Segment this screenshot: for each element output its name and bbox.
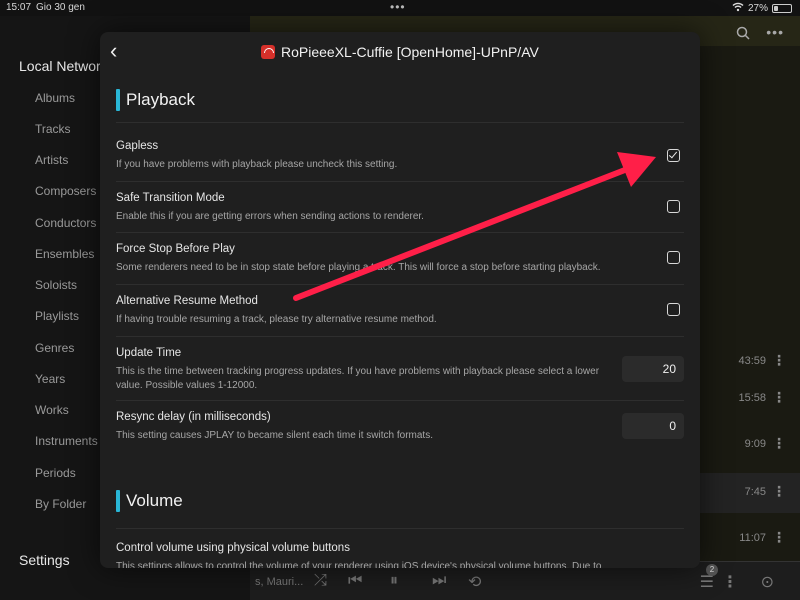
sidebar-item-albums[interactable]: Albums xyxy=(35,91,75,105)
now-playing-text: s, Mauri... xyxy=(255,576,304,588)
sidebar-item-periods[interactable]: Periods xyxy=(35,466,76,480)
section-accent-bar xyxy=(116,89,120,111)
section-accent-bar xyxy=(116,490,120,512)
setting-description: This is the time between tracking progre… xyxy=(116,366,600,391)
sidebar-item-composers[interactable]: Composers xyxy=(35,184,96,198)
track-duration: 9:09 xyxy=(744,438,766,450)
modal-title: RoPieeeXL-Cuffie [OpenHome]-UPnP/AV xyxy=(281,44,539,60)
gapless-checkbox[interactable] xyxy=(667,149,680,162)
sidebar-item-conductors[interactable]: Conductors xyxy=(35,216,96,230)
track-duration: 11:07 xyxy=(739,532,766,544)
force-stop-checkbox[interactable] xyxy=(667,251,680,264)
resync-delay-input[interactable] xyxy=(622,413,684,439)
previous-icon[interactable]: ⏮ xyxy=(348,572,362,590)
next-icon[interactable]: ⏭ xyxy=(432,572,446,590)
battery-percent: 27% xyxy=(747,3,768,14)
sidebar-settings[interactable]: Settings xyxy=(19,552,70,568)
track-duration: 15:58 xyxy=(738,392,766,404)
sidebar-item-works[interactable]: Works xyxy=(35,403,69,417)
volume-icon[interactable]: ⊙ xyxy=(761,572,774,592)
update-time-input[interactable] xyxy=(622,356,684,382)
alternative-resume-checkbox[interactable] xyxy=(667,303,680,316)
setting-safe-transition: Safe Transition Mode Enable this if you … xyxy=(116,181,684,232)
setting-description: This setting causes JPLAY to became sile… xyxy=(116,430,433,441)
battery-icon xyxy=(772,4,792,13)
section-volume: Volume xyxy=(116,490,183,512)
track-more-icon[interactable]: ⋮ xyxy=(772,352,786,369)
back-chevron-icon[interactable]: ‹ xyxy=(110,40,117,62)
setting-description: This settings allows to control the volu… xyxy=(116,561,602,568)
track-more-icon[interactable]: ⋮ xyxy=(772,529,786,546)
setting-description: Some renderers need to be in stop state … xyxy=(116,262,601,273)
setting-title: Force Stop Before Play xyxy=(116,243,235,255)
section-title: Volume xyxy=(126,491,183,510)
sidebar-item-tracks[interactable]: Tracks xyxy=(35,122,71,136)
queue-count-badge: 2 xyxy=(706,564,718,576)
setting-title: Gapless xyxy=(116,140,159,152)
setting-force-stop: Force Stop Before Play Some renderers ne… xyxy=(116,232,684,284)
shuffle-icon[interactable]: ⤮ xyxy=(314,572,327,590)
renderer-settings-modal: ‹ RoPieeeXL-Cuffie [OpenHome]-UPnP/AV Pl… xyxy=(100,32,700,568)
setting-update-time: Update Time This is the time between tra… xyxy=(116,336,684,400)
setting-title: Safe Transition Mode xyxy=(116,192,225,204)
status-time: 15:07 xyxy=(6,2,32,13)
status-date: Gio 30 gen xyxy=(36,2,85,13)
track-more-icon[interactable]: ⋮ xyxy=(772,483,786,500)
setting-title: Resync delay (in milliseconds) xyxy=(116,411,271,423)
status-right: 27% xyxy=(732,2,792,15)
track-more-icon[interactable]: ⋮ xyxy=(772,389,786,406)
sidebar-item-ensembles[interactable]: Ensembles xyxy=(35,247,94,261)
wifi-icon xyxy=(732,2,744,15)
status-bar: 15:07 Gio 30 gen ••• 27% xyxy=(0,0,800,16)
sidebar-item-instruments[interactable]: Instruments xyxy=(35,434,98,448)
setting-description: If you have problems with playback pleas… xyxy=(116,159,398,170)
section-playback: Playback xyxy=(116,89,195,111)
sidebar-item-years[interactable]: Years xyxy=(35,372,65,386)
multitasking-dots-icon[interactable]: ••• xyxy=(390,0,406,14)
setting-resync-delay: Resync delay (in milliseconds) This sett… xyxy=(116,400,684,451)
setting-alternative-resume: Alternative Resume Method If having trou… xyxy=(116,284,684,336)
setting-title: Update Time xyxy=(116,347,182,359)
renderer-device-icon xyxy=(261,45,275,59)
pause-icon[interactable]: ⏸ xyxy=(390,572,398,590)
battery-fill xyxy=(774,6,778,11)
track-duration: 7:45 xyxy=(744,486,766,498)
sidebar-item-by-folder[interactable]: By Folder xyxy=(35,497,86,511)
setting-description: Enable this if you are getting errors wh… xyxy=(116,211,424,222)
sidebar-section-title: Local Network xyxy=(19,58,108,74)
safe-transition-checkbox[interactable] xyxy=(667,200,680,213)
setting-title: Alternative Resume Method xyxy=(116,295,258,307)
more-icon[interactable]: ••• xyxy=(766,24,784,40)
sidebar-item-playlists[interactable]: Playlists xyxy=(35,309,79,323)
sidebar-item-soloists[interactable]: Soloists xyxy=(35,278,77,292)
setting-title: Control volume using physical volume but… xyxy=(116,542,350,554)
repeat-icon[interactable]: ⟲ xyxy=(468,572,481,592)
track-duration: 43:59 xyxy=(738,355,766,367)
search-icon[interactable] xyxy=(736,26,750,43)
track-more-icon[interactable]: ⋮ xyxy=(772,435,786,452)
sidebar-item-artists[interactable]: Artists xyxy=(35,153,68,167)
setting-description: If having trouble resuming a track, plea… xyxy=(116,314,437,325)
modal-header: ‹ RoPieeeXL-Cuffie [OpenHome]-UPnP/AV xyxy=(100,32,700,72)
section-title: Playback xyxy=(126,90,195,109)
setting-volume-buttons: Control volume using physical volume but… xyxy=(116,528,684,568)
sidebar-item-genres[interactable]: Genres xyxy=(35,341,74,355)
setting-gapless: Gapless If you have problems with playba… xyxy=(116,122,684,181)
player-more-icon[interactable]: ⋮ xyxy=(722,572,738,592)
